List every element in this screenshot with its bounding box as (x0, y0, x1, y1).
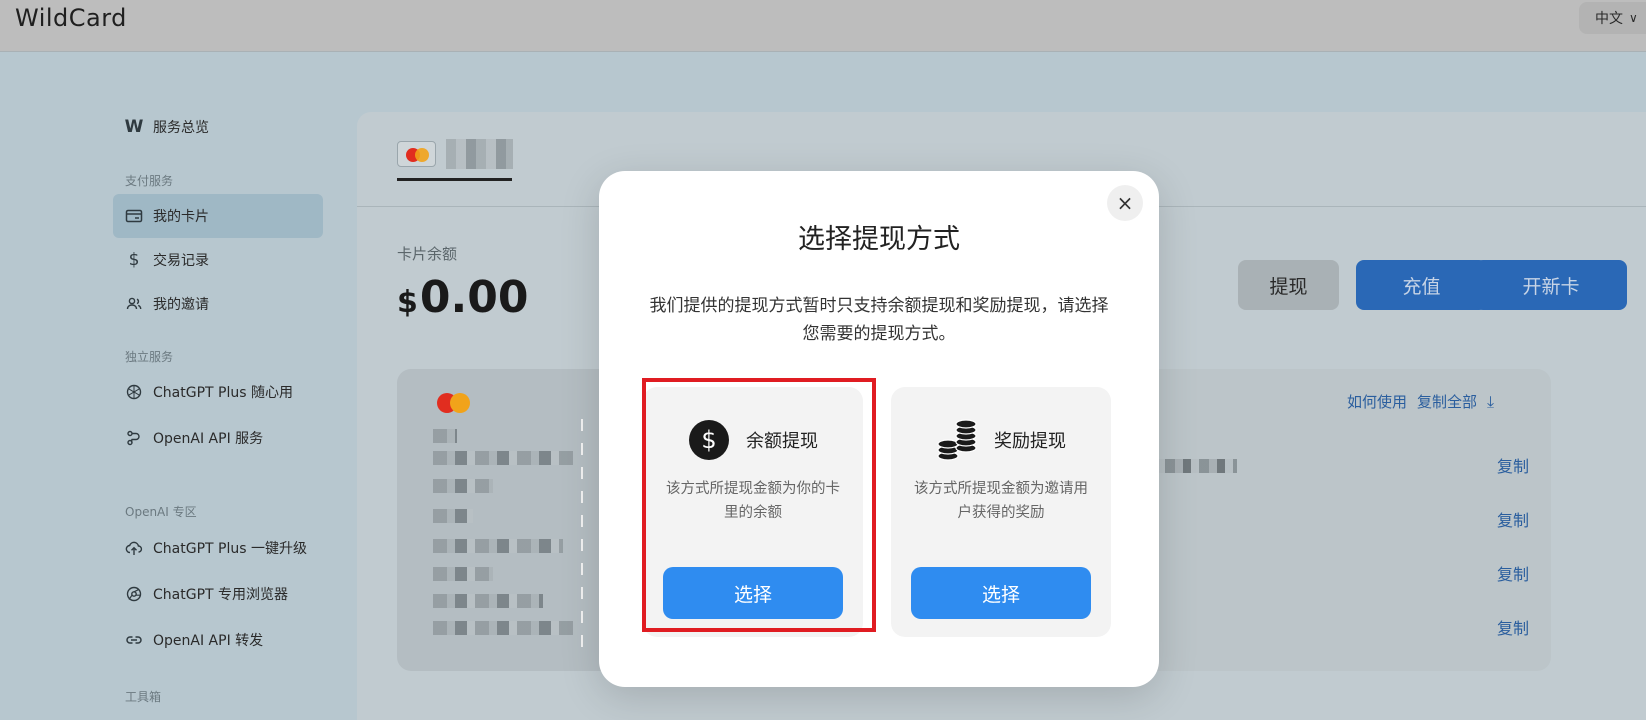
select-balance-button[interactable]: 选择 (663, 567, 843, 619)
recharge-button[interactable]: 充值 (1356, 260, 1487, 310)
sidebar-item-label: ChatGPT 专用浏览器 (153, 587, 289, 603)
card-icon (125, 207, 143, 225)
option-header: 奖励提现 (891, 419, 1111, 461)
option-description: 该方式所提现金额为你的卡里的余额 (666, 481, 840, 521)
how-to-use-link[interactable]: 如何使用 (1347, 391, 1407, 412)
section-standalone-services: 独立服务 (125, 350, 174, 364)
option-title: 奖励提现 (994, 431, 1066, 452)
sidebar-item-transactions[interactable]: $ 交易记录 (113, 238, 323, 282)
sidebar-item-chatgpt-upgrade[interactable]: ChatGPT Plus 一键升级 (113, 526, 323, 570)
section-toolbox: 工具箱 (125, 690, 162, 704)
language-switcher[interactable]: 中文 ∨ (1579, 2, 1646, 34)
mastercard-icon (397, 141, 437, 167)
info-links: 如何使用 复制全部 ⤓ (1347, 391, 1494, 412)
section-openai-zone: OpenAI 专区 (125, 505, 197, 519)
balance-amount: 0.00 (419, 272, 529, 323)
option-reward-withdraw[interactable]: 奖励提现 该方式所提现金额为邀请用户获得的奖励 选择 (891, 387, 1111, 637)
language-label: 中文 (1595, 11, 1623, 27)
modal-title: 选择提现方式 (798, 224, 960, 255)
active-tab-indicator (397, 178, 512, 181)
pixelated-text (433, 451, 573, 465)
option-title: 余额提现 (746, 431, 818, 452)
sidebar-item-label: 我的卡片 (153, 209, 209, 225)
sidebar-item-chatgpt-plus[interactable]: ChatGPT Plus 随心用 (113, 370, 323, 414)
balance-value: $ 0.00 (397, 272, 528, 323)
card-tab[interactable] (397, 138, 513, 170)
svg-text:$: $ (701, 426, 716, 454)
sidebar-item-label: OpenAI API 转发 (153, 633, 264, 649)
copy-link-2[interactable]: 复制 (1497, 507, 1529, 531)
close-icon[interactable]: × (1107, 185, 1143, 221)
sidebar-item-label: ChatGPT Plus 随心用 (153, 385, 293, 401)
option-description: 该方式所提现金额为邀请用户获得的奖励 (914, 481, 1088, 521)
card-info-panel: 址 如何使用 复制全部 ⤓ 复制 复制 复制 复制 (1097, 369, 1551, 671)
coin-stack-icon (936, 419, 978, 461)
browser-icon (125, 585, 143, 603)
wildcard-logo[interactable]: WildCard (15, 4, 127, 32)
currency-symbol: $ (397, 285, 418, 320)
option-header: $ 余额提现 (643, 419, 863, 461)
sidebar-item-overview[interactable]: W 服务总览 (113, 105, 323, 149)
copy-all-link[interactable]: 复制全部 (1417, 391, 1477, 412)
sidebar-item-invitations[interactable]: 我的邀请 (113, 282, 323, 326)
download-icon[interactable]: ⤓ (1487, 392, 1494, 412)
sidebar-item-my-cards[interactable]: 我的卡片 (113, 194, 323, 238)
pixelated-text (433, 594, 543, 608)
pixelated-text (433, 429, 457, 443)
sidebar-item-openai-api[interactable]: OpenAI API 服务 (113, 416, 323, 460)
card-divider (581, 419, 583, 649)
withdraw-method-modal: × 选择提现方式 我们提供的提现方式暂时只支持余额提现和奖励提现，请选择您需要的… (599, 171, 1159, 687)
option-balance-withdraw[interactable]: $ 余额提现 该方式所提现金额为你的卡里的余额 选择 (643, 387, 863, 637)
balance-label: 卡片余额 (397, 245, 458, 263)
pixelated-text (433, 479, 493, 493)
sidebar-item-label: OpenAI API 服务 (153, 431, 264, 447)
dollar-circle-icon: $ (688, 419, 730, 461)
withdraw-button[interactable]: 提现 (1238, 260, 1339, 310)
api-icon (125, 429, 143, 447)
dollar-icon: $ (128, 250, 140, 270)
copy-link-4[interactable]: 复制 (1497, 615, 1529, 639)
section-payment-services: 支付服务 (125, 174, 174, 188)
users-icon (125, 295, 143, 313)
sidebar-item-api-forward[interactable]: OpenAI API 转发 (113, 618, 323, 662)
pixelated-text (433, 621, 573, 635)
sidebar-item-label: 我的邀请 (153, 297, 209, 313)
wildcard-w-icon: W (124, 117, 144, 137)
top-header: WildCard 中文 ∨ (0, 0, 1646, 52)
sidebar-item-label: 服务总览 (153, 120, 209, 136)
pixelated-text (433, 567, 493, 581)
pixelated-text (433, 539, 563, 553)
sidebar: W 服务总览 支付服务 我的卡片 $ 交易记录 我的邀请 独立服务 ChatGP… (0, 53, 340, 720)
mastercard-logo-icon (437, 393, 477, 417)
copy-link-3[interactable]: 复制 (1497, 561, 1529, 585)
pixelated-text (433, 509, 473, 523)
select-reward-button[interactable]: 选择 (911, 567, 1091, 619)
openai-icon (125, 383, 143, 401)
copy-link-1[interactable]: 复制 (1497, 453, 1529, 477)
sidebar-item-label: 交易记录 (153, 253, 209, 269)
link-icon (125, 631, 143, 649)
sidebar-item-label: ChatGPT Plus 一键升级 (153, 541, 307, 557)
sidebar-item-chatgpt-browser[interactable]: ChatGPT 专用浏览器 (113, 572, 323, 616)
upload-cloud-icon (125, 539, 143, 557)
chevron-down-icon: ∨ (1629, 11, 1638, 25)
new-card-button[interactable]: 开新卡 (1475, 260, 1627, 310)
pixelated-card-name (446, 139, 513, 169)
modal-description: 我们提供的提现方式暂时只支持余额提现和奖励提现，请选择您需要的提现方式。 (649, 296, 1109, 344)
